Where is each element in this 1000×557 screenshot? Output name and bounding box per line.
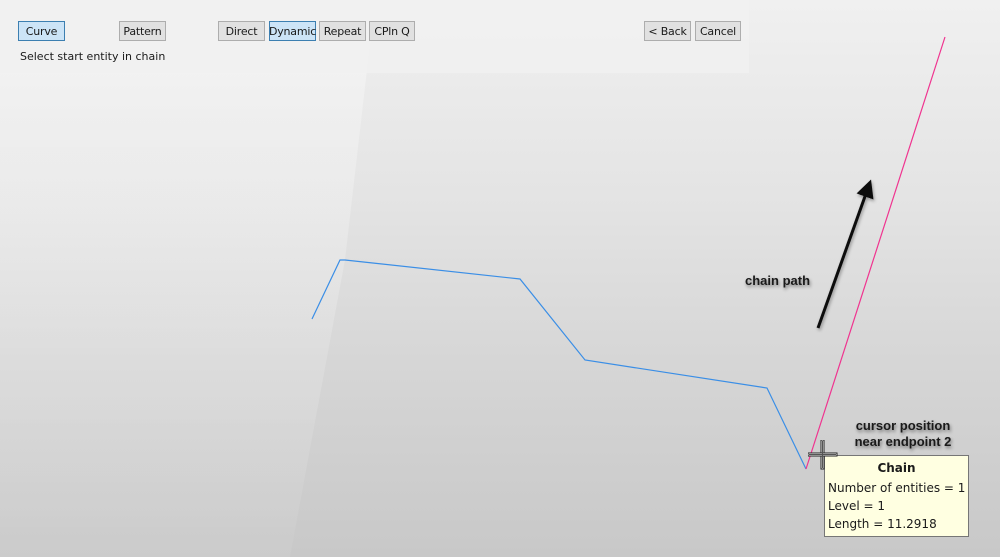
cursor-label-line1: cursor position <box>855 418 951 433</box>
tooltip-length: Length = 11.2918 <box>828 517 937 531</box>
cursor-label-line2: near endpoint 2 <box>854 434 952 449</box>
selected-line-segment[interactable] <box>805 36 946 470</box>
chain-tooltip: Chain Number of entities = 1 Level = 1 L… <box>824 455 969 537</box>
chain-path-label: chain path <box>745 273 811 288</box>
tooltip-title: Chain <box>877 461 916 475</box>
direction-arrow-icon <box>816 179 874 329</box>
tooltip-level: Level = 1 <box>828 499 885 513</box>
tooltip-entities: Number of entities = 1 <box>828 481 966 495</box>
crosshair-cursor-icon <box>808 440 838 470</box>
cursor-position-label: cursor position near endpoint 2 <box>848 418 958 450</box>
chain-curve[interactable] <box>311 259 807 470</box>
